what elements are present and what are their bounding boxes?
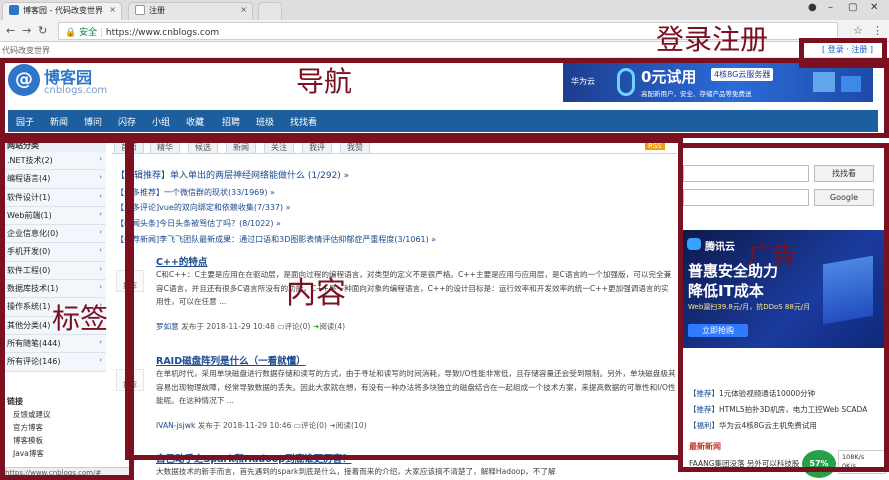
maximize-icon[interactable]: ▢ bbox=[848, 2, 857, 13]
annotation-ad-label: 广告 bbox=[748, 241, 796, 269]
minimize-icon[interactable]: – bbox=[828, 2, 833, 13]
annotation-box-ad bbox=[678, 143, 889, 472]
tab-title: 注册 bbox=[149, 6, 165, 15]
new-tab-button[interactable] bbox=[258, 2, 282, 20]
close-window-icon[interactable]: ✕ bbox=[870, 2, 878, 13]
annotation-box-content bbox=[125, 138, 683, 460]
tab-cnblogs[interactable]: 博客园 - 代码改变世界 × bbox=[2, 2, 122, 20]
page-icon bbox=[135, 5, 145, 15]
post-summary: 大数据技术的新手而言，首先遇到的spark到底是什么，接着而来的介绍，大家应该搞… bbox=[156, 467, 556, 476]
site-favicon-icon bbox=[9, 5, 19, 15]
tab-register[interactable]: 注册 × bbox=[128, 2, 253, 20]
url-text: https://www.cnblogs.com bbox=[105, 28, 220, 38]
back-icon[interactable]: ← bbox=[6, 24, 15, 37]
site-tagline: 代码改变世界 bbox=[2, 46, 50, 55]
bookmark-star-icon[interactable]: ☆ bbox=[853, 24, 863, 37]
annotation-box-nav bbox=[0, 58, 889, 138]
reload-icon[interactable]: ↻ bbox=[38, 24, 47, 37]
menu-icon[interactable]: ⋮ bbox=[872, 24, 883, 37]
lock-icon: 🔒 bbox=[65, 28, 77, 38]
annotation-nav-label: 导航 bbox=[296, 65, 353, 98]
tab-title: 博客园 - 代码改变世界 bbox=[23, 6, 103, 15]
annotation-tags-label: 标签 bbox=[52, 302, 109, 335]
close-tab-icon[interactable]: × bbox=[240, 5, 247, 14]
close-tab-icon[interactable]: × bbox=[109, 5, 116, 14]
profile-icon[interactable]: ● bbox=[808, 2, 817, 13]
annotation-content-label: 内容 bbox=[286, 276, 346, 311]
annotation-login-label: 登录注册 bbox=[656, 23, 769, 56]
forward-icon[interactable]: → bbox=[22, 24, 31, 37]
secure-label: 安全 bbox=[79, 28, 98, 38]
browser-titlebar: 博客园 - 代码改变世界 × 注册 × ● – ▢ ✕ bbox=[0, 0, 889, 20]
